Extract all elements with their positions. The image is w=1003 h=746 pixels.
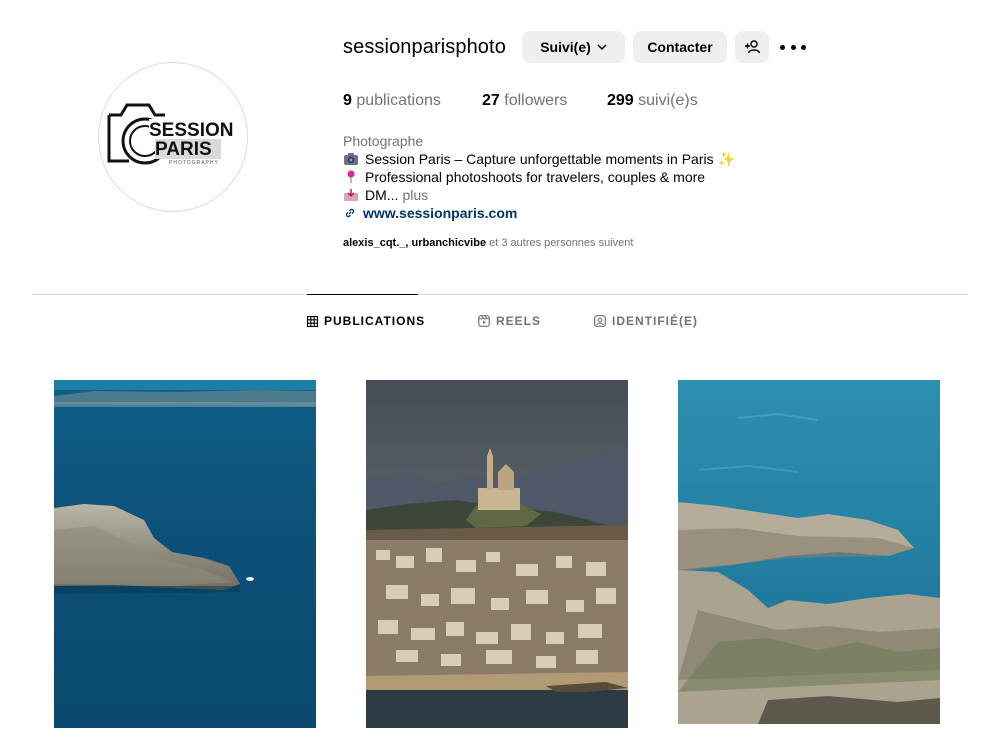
dot xyxy=(790,44,796,50)
tab-tagged[interactable]: IDENTIFIÉ(E) xyxy=(594,314,698,328)
contact-button[interactable]: Contacter xyxy=(633,31,727,63)
link-icon xyxy=(345,208,355,218)
tabs-divider xyxy=(32,294,968,295)
followed-by[interactable]: alexis_cqt._, urbanchicvibe et 3 autres … xyxy=(343,237,633,249)
bio-line: DM... plus xyxy=(343,186,763,204)
followed-by-names: alexis_cqt._, urbanchicvibe xyxy=(343,237,487,249)
post-thumbnail[interactable] xyxy=(366,380,628,728)
tagged-icon xyxy=(594,315,606,327)
bio-line: Session Paris – Capture unforgettable mo… xyxy=(343,150,763,168)
city-hill-basilica-photo xyxy=(366,380,628,728)
suggested-users-button[interactable] xyxy=(735,31,769,63)
following-button-label: Suivi(e) xyxy=(540,39,591,55)
profile-category: Photographe xyxy=(343,133,424,149)
dot xyxy=(780,44,785,50)
logo-line3: PHOTOGRAPHY xyxy=(169,160,219,166)
reels-icon xyxy=(478,315,490,327)
inbox-emoji-icon xyxy=(344,189,358,201)
add-person-icon xyxy=(745,40,760,54)
bio-line: Professional photoshoots for travelers, … xyxy=(343,168,763,186)
posts-stat: 9 publications xyxy=(343,92,441,110)
bio-line3: DM... xyxy=(365,187,399,203)
island-sea-photo xyxy=(54,380,316,728)
bio-line1: Session Paris – Capture unforgettable mo… xyxy=(365,151,735,167)
following-stat[interactable]: 299 suivi(e)s xyxy=(607,92,698,110)
tab-publications-label: PUBLICATIONS xyxy=(324,314,426,328)
bio-more-link[interactable]: plus xyxy=(402,186,428,204)
camera-emoji-icon xyxy=(344,153,358,165)
tab-reels[interactable]: REELS xyxy=(478,314,541,328)
logo-line1: SESSION xyxy=(149,120,233,141)
tab-publications[interactable]: PUBLICATIONS xyxy=(307,314,425,328)
active-tab-indicator xyxy=(307,294,418,295)
post-thumbnail[interactable] xyxy=(678,380,940,724)
following-label: suivi(e)s xyxy=(638,92,698,109)
bio-website[interactable]: www.sessionparis.com xyxy=(343,204,763,222)
website-link[interactable]: www.sessionparis.com xyxy=(363,204,517,222)
grid-icon xyxy=(307,315,318,327)
profile-avatar[interactable]: SESSION PARIS PHOTOGRAPHY xyxy=(98,62,248,212)
tab-tagged-label: IDENTIFIÉ(E) xyxy=(612,314,698,328)
following-count: 299 xyxy=(607,92,634,109)
followers-stat[interactable]: 27 followers xyxy=(482,92,567,110)
contact-button-label: Contacter xyxy=(647,39,713,55)
followers-count: 27 xyxy=(482,92,500,109)
posts-count: 9 xyxy=(343,92,352,109)
bio-line2: Professional photoshoots for travelers, … xyxy=(365,169,706,185)
followed-by-rest: et 3 autres personnes suivent xyxy=(489,237,634,249)
dot xyxy=(801,44,806,50)
profile-username: sessionparisphoto xyxy=(343,36,506,58)
post-thumbnail[interactable] xyxy=(54,380,316,728)
followers-label: followers xyxy=(504,92,568,109)
rocky-coast-photo xyxy=(678,380,940,724)
profile-bio: Photographe Session Paris – Capture unfo… xyxy=(343,132,763,222)
pin-emoji-icon xyxy=(347,170,355,183)
more-options-icon[interactable] xyxy=(780,38,806,56)
logo-line2: PARIS xyxy=(155,139,212,160)
chevron-down-icon xyxy=(597,44,607,51)
session-paris-logo: SESSION PARIS PHOTOGRAPHY xyxy=(107,103,237,166)
posts-label: publications xyxy=(356,92,441,109)
following-button[interactable]: Suivi(e) xyxy=(522,31,625,63)
tab-reels-label: REELS xyxy=(496,314,542,328)
